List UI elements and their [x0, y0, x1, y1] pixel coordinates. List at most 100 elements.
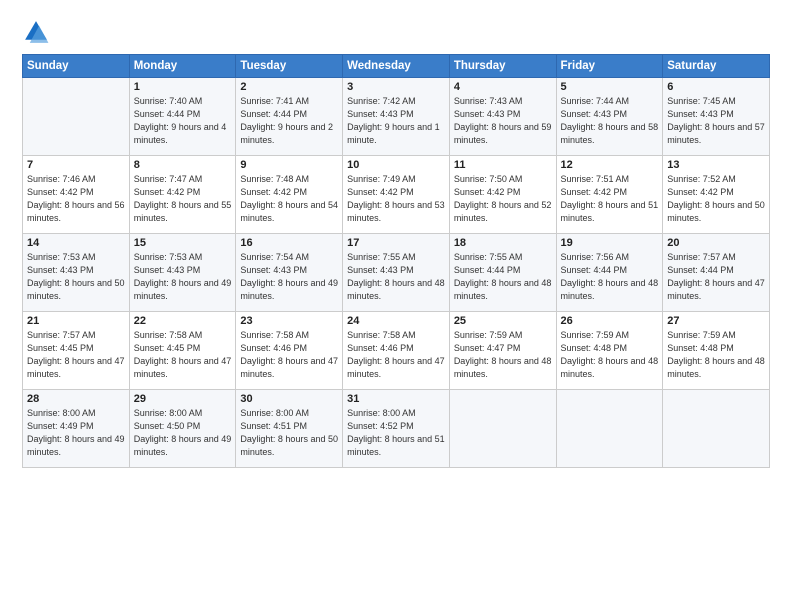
day-cell: 26 Sunrise: 7:59 AMSunset: 4:48 PMDaylig…	[556, 312, 663, 390]
day-cell	[556, 390, 663, 468]
calendar-table: SundayMondayTuesdayWednesdayThursdayFrid…	[22, 54, 770, 468]
day-cell: 19 Sunrise: 7:56 AMSunset: 4:44 PMDaylig…	[556, 234, 663, 312]
day-info: Sunrise: 8:00 AMSunset: 4:50 PMDaylight:…	[134, 408, 232, 457]
day-info: Sunrise: 7:58 AMSunset: 4:46 PMDaylight:…	[347, 330, 445, 379]
day-number: 24	[347, 315, 445, 327]
day-info: Sunrise: 7:59 AMSunset: 4:47 PMDaylight:…	[454, 330, 552, 379]
day-number: 19	[561, 237, 659, 249]
day-info: Sunrise: 7:51 AMSunset: 4:42 PMDaylight:…	[561, 174, 659, 223]
day-number: 23	[240, 315, 338, 327]
page: SundayMondayTuesdayWednesdayThursdayFrid…	[0, 0, 792, 612]
day-number: 30	[240, 393, 338, 405]
day-info: Sunrise: 7:50 AMSunset: 4:42 PMDaylight:…	[454, 174, 552, 223]
day-info: Sunrise: 7:57 AMSunset: 4:45 PMDaylight:…	[27, 330, 125, 379]
day-cell: 11 Sunrise: 7:50 AMSunset: 4:42 PMDaylig…	[449, 156, 556, 234]
day-number: 16	[240, 237, 338, 249]
week-row-4: 21 Sunrise: 7:57 AMSunset: 4:45 PMDaylig…	[23, 312, 770, 390]
day-info: Sunrise: 7:55 AMSunset: 4:44 PMDaylight:…	[454, 252, 552, 301]
day-cell: 25 Sunrise: 7:59 AMSunset: 4:47 PMDaylig…	[449, 312, 556, 390]
header-cell-wednesday: Wednesday	[343, 55, 450, 78]
day-number: 6	[667, 81, 765, 93]
day-number: 12	[561, 159, 659, 171]
day-number: 31	[347, 393, 445, 405]
day-cell: 17 Sunrise: 7:55 AMSunset: 4:43 PMDaylig…	[343, 234, 450, 312]
day-cell: 5 Sunrise: 7:44 AMSunset: 4:43 PMDayligh…	[556, 78, 663, 156]
day-info: Sunrise: 7:48 AMSunset: 4:42 PMDaylight:…	[240, 174, 338, 223]
day-number: 28	[27, 393, 125, 405]
header-cell-monday: Monday	[129, 55, 236, 78]
week-row-2: 7 Sunrise: 7:46 AMSunset: 4:42 PMDayligh…	[23, 156, 770, 234]
day-info: Sunrise: 7:53 AMSunset: 4:43 PMDaylight:…	[134, 252, 232, 301]
day-cell: 16 Sunrise: 7:54 AMSunset: 4:43 PMDaylig…	[236, 234, 343, 312]
day-cell: 1 Sunrise: 7:40 AMSunset: 4:44 PMDayligh…	[129, 78, 236, 156]
day-cell: 9 Sunrise: 7:48 AMSunset: 4:42 PMDayligh…	[236, 156, 343, 234]
day-info: Sunrise: 7:46 AMSunset: 4:42 PMDaylight:…	[27, 174, 125, 223]
day-number: 27	[667, 315, 765, 327]
day-number: 22	[134, 315, 232, 327]
day-cell: 2 Sunrise: 7:41 AMSunset: 4:44 PMDayligh…	[236, 78, 343, 156]
day-cell: 28 Sunrise: 8:00 AMSunset: 4:49 PMDaylig…	[23, 390, 130, 468]
day-info: Sunrise: 7:59 AMSunset: 4:48 PMDaylight:…	[667, 330, 765, 379]
day-number: 3	[347, 81, 445, 93]
header-cell-friday: Friday	[556, 55, 663, 78]
day-cell: 30 Sunrise: 8:00 AMSunset: 4:51 PMDaylig…	[236, 390, 343, 468]
day-cell: 21 Sunrise: 7:57 AMSunset: 4:45 PMDaylig…	[23, 312, 130, 390]
day-info: Sunrise: 7:56 AMSunset: 4:44 PMDaylight:…	[561, 252, 659, 301]
day-number: 13	[667, 159, 765, 171]
header-cell-sunday: Sunday	[23, 55, 130, 78]
day-cell: 12 Sunrise: 7:51 AMSunset: 4:42 PMDaylig…	[556, 156, 663, 234]
day-cell: 23 Sunrise: 7:58 AMSunset: 4:46 PMDaylig…	[236, 312, 343, 390]
day-number: 15	[134, 237, 232, 249]
day-cell	[663, 390, 770, 468]
day-info: Sunrise: 8:00 AMSunset: 4:52 PMDaylight:…	[347, 408, 445, 457]
day-number: 17	[347, 237, 445, 249]
day-info: Sunrise: 7:55 AMSunset: 4:43 PMDaylight:…	[347, 252, 445, 301]
day-cell: 13 Sunrise: 7:52 AMSunset: 4:42 PMDaylig…	[663, 156, 770, 234]
week-row-3: 14 Sunrise: 7:53 AMSunset: 4:43 PMDaylig…	[23, 234, 770, 312]
day-cell: 27 Sunrise: 7:59 AMSunset: 4:48 PMDaylig…	[663, 312, 770, 390]
day-cell: 20 Sunrise: 7:57 AMSunset: 4:44 PMDaylig…	[663, 234, 770, 312]
day-number: 29	[134, 393, 232, 405]
day-number: 1	[134, 81, 232, 93]
header-row: SundayMondayTuesdayWednesdayThursdayFrid…	[23, 55, 770, 78]
week-row-5: 28 Sunrise: 8:00 AMSunset: 4:49 PMDaylig…	[23, 390, 770, 468]
day-info: Sunrise: 7:41 AMSunset: 4:44 PMDaylight:…	[240, 96, 333, 145]
logo-icon	[22, 18, 50, 46]
header	[22, 18, 770, 46]
day-cell: 31 Sunrise: 8:00 AMSunset: 4:52 PMDaylig…	[343, 390, 450, 468]
day-info: Sunrise: 8:00 AMSunset: 4:49 PMDaylight:…	[27, 408, 125, 457]
day-info: Sunrise: 8:00 AMSunset: 4:51 PMDaylight:…	[240, 408, 338, 457]
day-number: 11	[454, 159, 552, 171]
day-cell: 15 Sunrise: 7:53 AMSunset: 4:43 PMDaylig…	[129, 234, 236, 312]
day-number: 2	[240, 81, 338, 93]
day-info: Sunrise: 7:49 AMSunset: 4:42 PMDaylight:…	[347, 174, 445, 223]
day-info: Sunrise: 7:58 AMSunset: 4:45 PMDaylight:…	[134, 330, 232, 379]
day-info: Sunrise: 7:57 AMSunset: 4:44 PMDaylight:…	[667, 252, 765, 301]
day-cell: 4 Sunrise: 7:43 AMSunset: 4:43 PMDayligh…	[449, 78, 556, 156]
day-info: Sunrise: 7:54 AMSunset: 4:43 PMDaylight:…	[240, 252, 338, 301]
day-number: 20	[667, 237, 765, 249]
day-info: Sunrise: 7:40 AMSunset: 4:44 PMDaylight:…	[134, 96, 227, 145]
day-cell: 6 Sunrise: 7:45 AMSunset: 4:43 PMDayligh…	[663, 78, 770, 156]
day-cell: 24 Sunrise: 7:58 AMSunset: 4:46 PMDaylig…	[343, 312, 450, 390]
day-number: 8	[134, 159, 232, 171]
header-cell-saturday: Saturday	[663, 55, 770, 78]
day-number: 14	[27, 237, 125, 249]
week-row-1: 1 Sunrise: 7:40 AMSunset: 4:44 PMDayligh…	[23, 78, 770, 156]
day-number: 4	[454, 81, 552, 93]
day-info: Sunrise: 7:45 AMSunset: 4:43 PMDaylight:…	[667, 96, 765, 145]
day-number: 10	[347, 159, 445, 171]
logo	[22, 18, 54, 46]
day-info: Sunrise: 7:59 AMSunset: 4:48 PMDaylight:…	[561, 330, 659, 379]
day-cell: 18 Sunrise: 7:55 AMSunset: 4:44 PMDaylig…	[449, 234, 556, 312]
day-info: Sunrise: 7:42 AMSunset: 4:43 PMDaylight:…	[347, 96, 440, 145]
day-number: 18	[454, 237, 552, 249]
day-cell: 29 Sunrise: 8:00 AMSunset: 4:50 PMDaylig…	[129, 390, 236, 468]
day-cell	[23, 78, 130, 156]
header-cell-thursday: Thursday	[449, 55, 556, 78]
day-number: 9	[240, 159, 338, 171]
day-number: 5	[561, 81, 659, 93]
day-info: Sunrise: 7:58 AMSunset: 4:46 PMDaylight:…	[240, 330, 338, 379]
day-info: Sunrise: 7:43 AMSunset: 4:43 PMDaylight:…	[454, 96, 552, 145]
day-cell: 22 Sunrise: 7:58 AMSunset: 4:45 PMDaylig…	[129, 312, 236, 390]
